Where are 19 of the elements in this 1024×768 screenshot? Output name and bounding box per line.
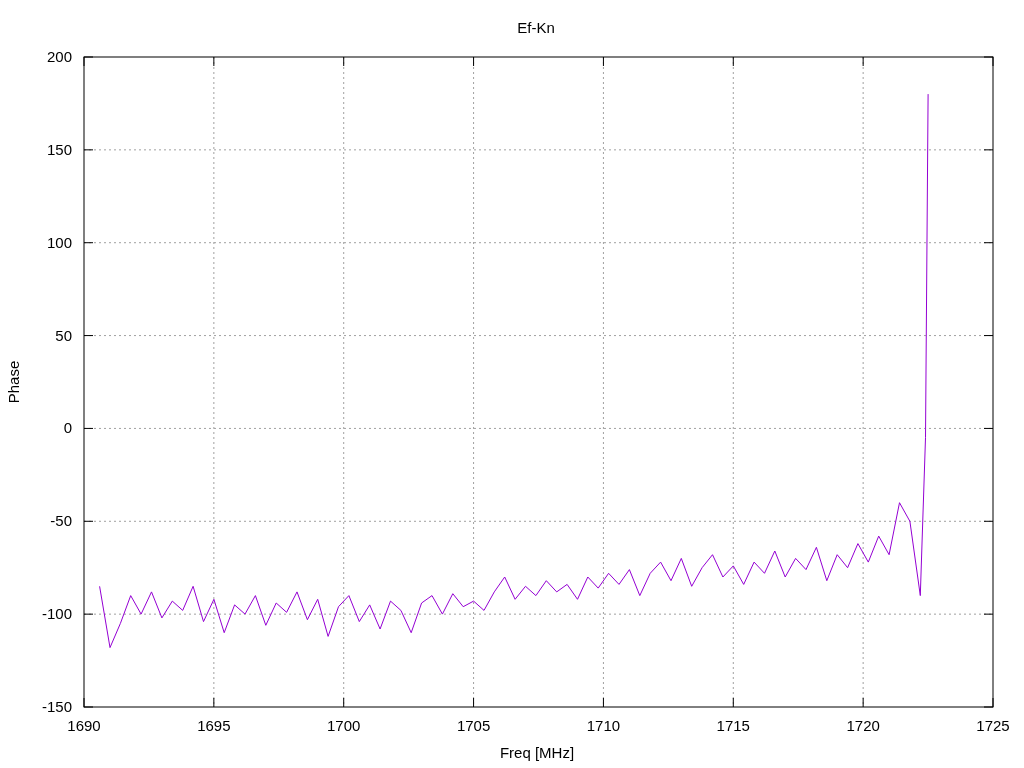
tick-label: 1705	[456, 717, 491, 734]
chart-title: Ef-Kn	[517, 19, 555, 36]
tick-label: 1695	[197, 717, 231, 734]
tick-label: -50	[50, 512, 72, 530]
axis-label: Freq [MHz]	[499, 744, 575, 761]
tick-label: 1720	[846, 717, 880, 734]
tick-label: -150	[41, 698, 72, 715]
tick-label: 200	[46, 48, 72, 65]
axis-label: Phase	[5, 360, 22, 404]
tick-label: 0	[63, 419, 72, 437]
tick-label: 1690	[67, 717, 101, 734]
tick-label: 150	[46, 140, 72, 158]
tick-label: 100	[46, 233, 72, 251]
tick-label: 1700	[327, 717, 361, 734]
tick-label: 1725	[976, 717, 1010, 734]
tick-label: -100	[41, 605, 72, 623]
tick-label: 1710	[586, 717, 621, 734]
tick-label: 1715	[716, 717, 750, 734]
tick-label: 50	[55, 326, 72, 344]
